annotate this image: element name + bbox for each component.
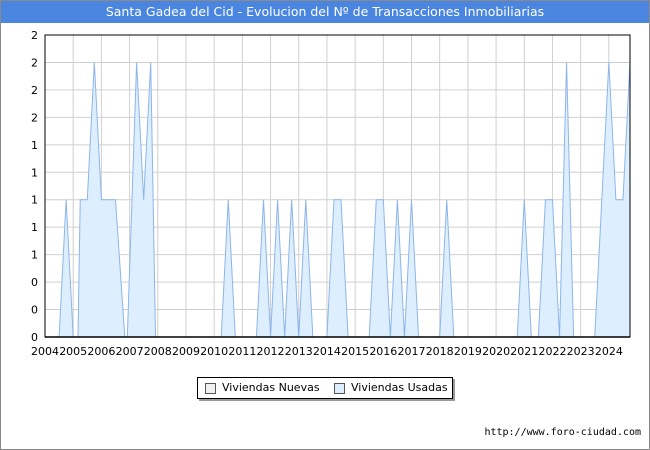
x-tick-label: 2008 — [144, 345, 172, 358]
y-tick-label: 1 — [31, 221, 38, 234]
x-tick-label: 2024 — [595, 345, 623, 358]
legend-swatch-nuevas — [205, 383, 216, 394]
x-tick-label: 2011 — [228, 345, 256, 358]
x-tick-label: 2009 — [172, 345, 200, 358]
x-tick-label: 2021 — [510, 345, 538, 358]
x-tick-label: 2014 — [313, 345, 341, 358]
x-tick-label: 2017 — [398, 345, 426, 358]
legend-label-usadas: Viviendas Usadas — [351, 381, 448, 394]
x-tick-label: 2005 — [59, 345, 87, 358]
legend-label-nuevas: Viviendas Nuevas — [222, 381, 320, 394]
legend-swatch-usadas — [334, 383, 345, 394]
y-tick-label: 0 — [31, 304, 38, 317]
x-tick-label: 2007 — [116, 345, 144, 358]
legend: Viviendas Nuevas Viviendas Usadas — [197, 377, 453, 399]
y-tick-label: 1 — [31, 166, 38, 179]
y-tick-label: 1 — [31, 194, 38, 207]
y-tick-label: 2 — [31, 111, 38, 124]
y-tick-label: 2 — [31, 56, 38, 69]
x-tick-label: 2015 — [341, 345, 369, 358]
x-tick-label: 2019 — [454, 345, 482, 358]
x-tick-label: 2013 — [285, 345, 313, 358]
y-tick-labels: 0 0 0 1 1 1 1 1 2 2 2 2 — [31, 29, 38, 344]
x-tick-label: 2012 — [257, 345, 285, 358]
x-tick-label: 2016 — [369, 345, 397, 358]
x-tick-label: 2018 — [426, 345, 454, 358]
x-tick-label: 2006 — [87, 345, 115, 358]
source-link[interactable]: http://www.foro-ciudad.com — [484, 427, 641, 438]
y-tick-label: 1 — [31, 249, 38, 262]
y-tick-label: 2 — [31, 84, 38, 97]
x-tick-labels: 2004 2005 2006 2007 2008 2009 2010 2011 2012 2013… — [31, 345, 623, 358]
y-tick-label: 0 — [31, 276, 38, 289]
x-tick-label: 2010 — [200, 345, 228, 358]
x-tick-label: 2020 — [482, 345, 510, 358]
y-tick-label: 2 — [31, 29, 38, 42]
x-tick-label: 2023 — [567, 345, 595, 358]
x-tick-label: 2004 — [31, 345, 59, 358]
y-tick-label: 1 — [31, 139, 38, 152]
y-tick-label: 0 — [31, 331, 38, 344]
x-tick-label: 2022 — [538, 345, 566, 358]
